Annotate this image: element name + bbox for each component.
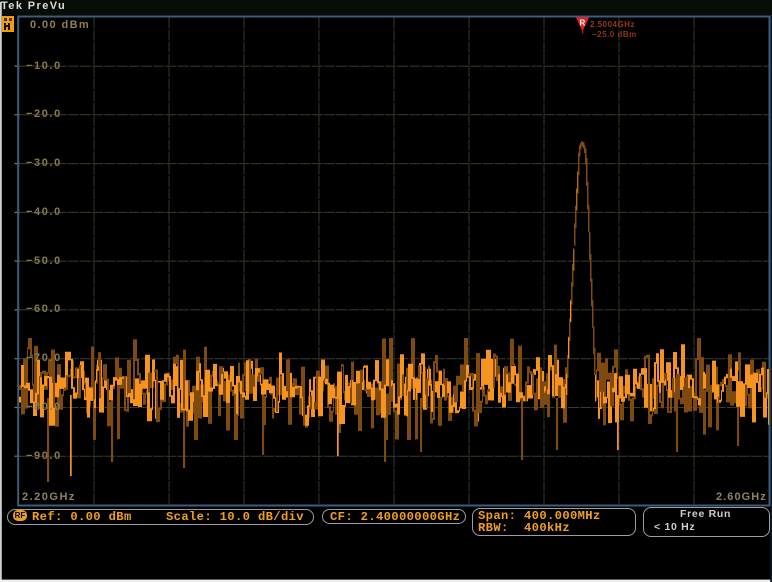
svg-text:R: R xyxy=(580,19,586,28)
